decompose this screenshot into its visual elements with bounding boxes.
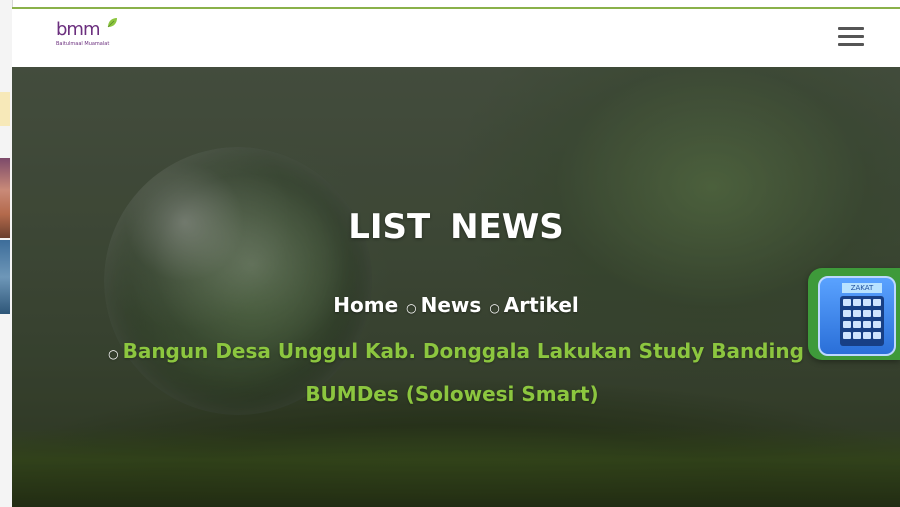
breadcrumb-separator-icon: ○ — [406, 301, 417, 315]
browser-screen: bmm Baitulmaal Muamalat LIST NEWS Home ○ N… — [0, 0, 900, 507]
hero-overlay — [12, 67, 900, 507]
page-viewport: bmm Baitulmaal Muamalat LIST NEWS Home ○ N… — [12, 7, 900, 507]
breadcrumb-home-link[interactable]: Home — [333, 293, 398, 317]
hero-banner: LIST NEWS Home ○ News ○ Artikel ○ Bangun Desa… — [12, 67, 900, 507]
breadcrumb-separator-icon: ○ — [489, 301, 500, 315]
site-header: bmm Baitulmaal Muamalat — [12, 9, 900, 67]
background-photo — [0, 158, 10, 238]
background-notice-strip — [0, 92, 10, 126]
logo-tagline: Baitulmaal Muamalat — [56, 41, 110, 47]
hamburger-icon[interactable] — [838, 27, 864, 47]
current-article-title: Bangun Desa Unggul Kab. Donggala Lakukan… — [122, 339, 804, 406]
background-photo — [0, 240, 10, 314]
breadcrumb-separator-icon: ○ — [108, 347, 119, 361]
page-title: LIST NEWS — [348, 207, 564, 247]
breadcrumb: Home ○ News ○ Artikel — [12, 293, 900, 317]
breadcrumb-current-article: ○ Bangun Desa Unggul Kab. Donggala Lakuka… — [52, 331, 852, 414]
logo-wordmark: bmm — [56, 19, 100, 40]
zakat-label: ZAKAT — [842, 283, 882, 293]
breadcrumb-news-link[interactable]: News — [421, 293, 482, 317]
zakat-calculator-button[interactable]: ZAKAT — [808, 268, 900, 360]
site-logo[interactable]: bmm Baitulmaal Muamalat — [56, 18, 120, 59]
calculator-icon: ZAKAT — [818, 276, 896, 356]
calculator-keypad — [840, 296, 884, 346]
leaf-icon — [107, 18, 117, 28]
breadcrumb-artikel-link[interactable]: Artikel — [504, 293, 579, 317]
